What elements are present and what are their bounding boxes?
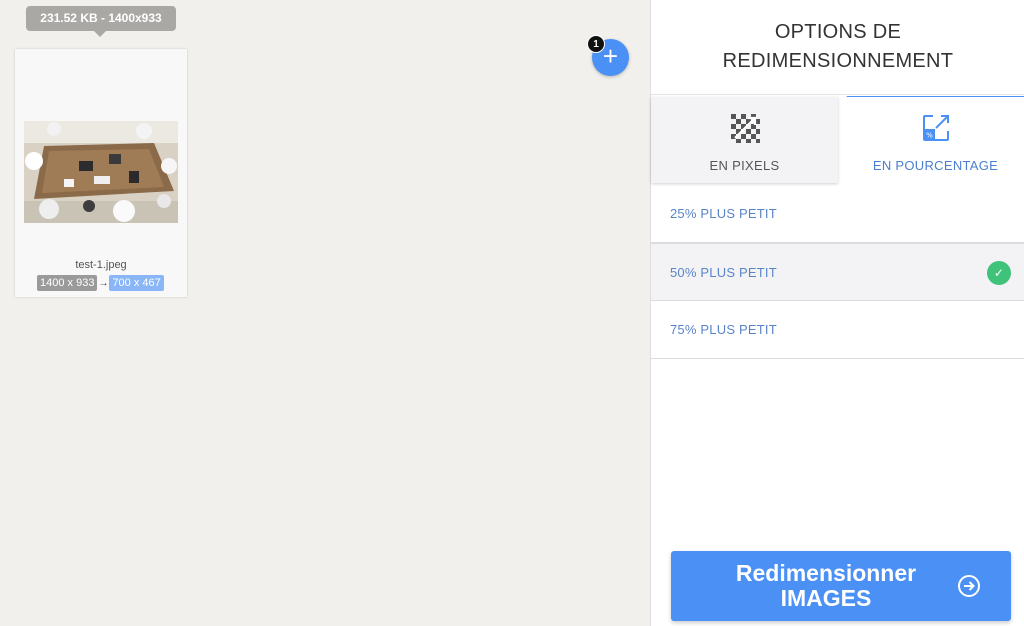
tab-percentage[interactable]: % EN POURCENTAGE bbox=[846, 97, 1024, 183]
dimension-change: 1400 x 933 → 700 x 467 bbox=[37, 275, 164, 291]
resize-button-label: Redimensionner IMAGES bbox=[735, 560, 917, 611]
pixels-icon bbox=[730, 114, 760, 143]
option-label: 25% PLUS PETIT bbox=[670, 206, 777, 221]
check-icon: ✓ bbox=[987, 261, 1011, 285]
file-card[interactable]: test-1.jpeg 1400 x 933 → 700 x 467 bbox=[15, 49, 187, 297]
option-50-percent[interactable]: 50% PLUS PETIT ✓ bbox=[651, 243, 1024, 301]
new-dimensions: 700 x 467 bbox=[109, 275, 164, 291]
svg-text:%: % bbox=[926, 132, 933, 140]
option-label: 75% PLUS PETIT bbox=[670, 322, 777, 337]
arrow-right-circle-icon bbox=[958, 575, 980, 597]
option-label: 50% PLUS PETIT bbox=[670, 265, 777, 280]
percentage-options-list: 25% PLUS PETIT 50% PLUS PETIT ✓ 75% PLUS… bbox=[651, 185, 1024, 359]
tabs-divider bbox=[651, 94, 1024, 95]
arrow-right-icon: → bbox=[98, 277, 109, 289]
file-name: test-1.jpeg bbox=[75, 259, 127, 271]
file-count-badge: 1 bbox=[587, 35, 605, 53]
image-thumbnail bbox=[24, 121, 178, 223]
resize-images-button[interactable]: Redimensionner IMAGES bbox=[671, 551, 1011, 621]
tab-pixels-label: EN PIXELS bbox=[709, 158, 780, 173]
file-info-tooltip: 231.52 KB - 1400x933 bbox=[26, 6, 176, 37]
percent-resize-icon: % bbox=[922, 115, 949, 141]
original-dimensions: 1400 x 933 bbox=[37, 275, 98, 291]
tab-pixels[interactable]: EN PIXELS bbox=[651, 97, 838, 183]
option-75-percent[interactable]: 75% PLUS PETIT bbox=[651, 301, 1024, 359]
workspace: 231.52 KB - 1400x933 test-1.jpeg 1400 x … bbox=[0, 0, 650, 626]
option-25-percent[interactable]: 25% PLUS PETIT bbox=[651, 185, 1024, 243]
resize-options-panel: OPTIONS DE REDIMENSIONNEMENT EN PIXELS %… bbox=[650, 0, 1024, 626]
plus-icon: + bbox=[602, 41, 619, 71]
resize-mode-tabs: EN PIXELS % EN POURCENTAGE bbox=[651, 94, 1024, 185]
tab-percentage-label: EN POURCENTAGE bbox=[872, 158, 999, 173]
panel-title: OPTIONS DE REDIMENSIONNEMENT bbox=[722, 21, 954, 72]
